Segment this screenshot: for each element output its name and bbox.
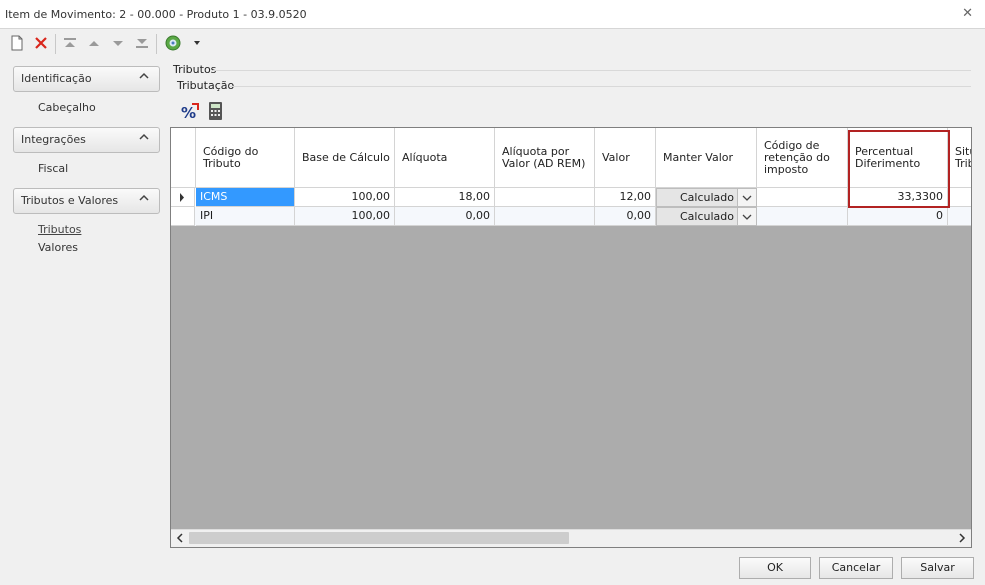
- cell-diferimento[interactable]: 0: [848, 207, 948, 226]
- chevron-left-icon[interactable]: [174, 532, 186, 544]
- table-row[interactable]: IPI 100,00 0,00 0,00 Calculado 0: [171, 207, 971, 226]
- sidebar-item-tributos[interactable]: Tributos: [38, 221, 160, 239]
- toolbar-separator: [156, 34, 157, 54]
- column-header[interactable]: Alíquota: [395, 128, 495, 188]
- sidebar-item-valores[interactable]: Valores: [38, 239, 160, 257]
- move-last-icon[interactable]: [133, 34, 151, 52]
- move-up-icon[interactable]: [85, 34, 103, 52]
- divider: [229, 86, 971, 87]
- svg-text:%: %: [181, 104, 196, 121]
- sidebar-item-fiscal[interactable]: Fiscal: [38, 160, 160, 178]
- scrollbar-thumb[interactable]: [189, 532, 569, 544]
- title-bar: Item de Movimento: 2 - 00.000 - Produto …: [0, 0, 985, 29]
- cell-codigo[interactable]: IPI: [196, 207, 295, 226]
- section-title: Tributos: [173, 63, 217, 76]
- cell-retencao[interactable]: [757, 188, 848, 207]
- row-indicator[interactable]: [171, 188, 195, 207]
- window-title: Item de Movimento: 2 - 00.000 - Produto …: [5, 8, 307, 21]
- manter-valor-select[interactable]: Calculado: [656, 207, 757, 226]
- chevron-down-icon[interactable]: [737, 208, 756, 225]
- column-header[interactable]: Manter Valor: [656, 128, 757, 188]
- move-down-icon[interactable]: [109, 34, 127, 52]
- cell-valor[interactable]: 0,00: [595, 207, 656, 226]
- move-first-icon[interactable]: [61, 34, 79, 52]
- cell-aliquota[interactable]: 0,00: [395, 207, 495, 226]
- cell-situacao[interactable]: [948, 188, 971, 207]
- cell-retencao[interactable]: [757, 207, 848, 226]
- cell-situacao[interactable]: [948, 207, 971, 226]
- cell-valor[interactable]: 12,00: [595, 188, 656, 207]
- column-header[interactable]: Código do Tributo: [196, 128, 295, 188]
- cell-base[interactable]: 100,00: [295, 207, 395, 226]
- chevron-up-icon: [139, 72, 149, 79]
- toolbar-separator: [55, 34, 56, 54]
- chevron-right-icon[interactable]: [956, 532, 968, 544]
- cell-ad-rem[interactable]: [495, 207, 595, 226]
- cancel-button[interactable]: Cancelar: [819, 557, 893, 579]
- toolbar: [0, 29, 985, 59]
- globe-icon[interactable]: [164, 34, 182, 52]
- row-selector-header: [171, 128, 196, 188]
- column-header[interactable]: Base de Cálculo: [295, 128, 395, 188]
- sidebar-group-integracoes[interactable]: Integrações: [13, 127, 160, 153]
- group-label: Tributos e Valores: [21, 194, 119, 207]
- column-header[interactable]: Valor: [595, 128, 656, 188]
- delete-icon[interactable]: [32, 34, 50, 52]
- sidebar: Identificação Cabeçalho Integrações Fisc…: [13, 66, 160, 267]
- highlight-box: [848, 130, 950, 208]
- cell-base[interactable]: 100,00: [295, 188, 395, 207]
- column-header[interactable]: Alíquota por Valor (AD REM): [495, 128, 595, 188]
- column-header[interactable]: Situ Trib: [948, 128, 971, 188]
- save-button[interactable]: Salvar: [901, 557, 974, 579]
- select-value: Calculado: [679, 210, 734, 223]
- cell-aliquota[interactable]: 18,00: [395, 188, 495, 207]
- sidebar-group-identificacao[interactable]: Identificação: [13, 66, 160, 92]
- chevron-down-icon[interactable]: [737, 189, 756, 206]
- chevron-up-icon: [139, 133, 149, 140]
- column-header[interactable]: Código de retenção do imposto: [757, 128, 848, 188]
- percent-recalc-icon[interactable]: %: [180, 101, 200, 122]
- sidebar-group-tributos-valores[interactable]: Tributos e Valores: [13, 188, 160, 214]
- sidebar-item-cabecalho[interactable]: Cabeçalho: [38, 99, 160, 117]
- cell-ad-rem[interactable]: [495, 188, 595, 207]
- cell-codigo[interactable]: ICMS: [196, 188, 295, 207]
- horizontal-scrollbar[interactable]: [171, 529, 971, 547]
- divider: [213, 70, 971, 71]
- select-value: Calculado: [679, 191, 734, 204]
- row-indicator[interactable]: [171, 207, 195, 226]
- close-icon[interactable]: ✕: [962, 6, 973, 21]
- chevron-up-icon: [139, 194, 149, 201]
- group-label: Identificação: [21, 72, 92, 85]
- calculator-icon[interactable]: [208, 101, 224, 121]
- group-label: Integrações: [21, 133, 86, 146]
- manter-valor-select[interactable]: Calculado: [656, 188, 757, 207]
- ok-button[interactable]: OK: [739, 557, 811, 579]
- dropdown-arrow-icon[interactable]: [188, 34, 206, 52]
- new-document-icon[interactable]: [8, 34, 26, 52]
- subsection-title: Tributação: [177, 79, 235, 92]
